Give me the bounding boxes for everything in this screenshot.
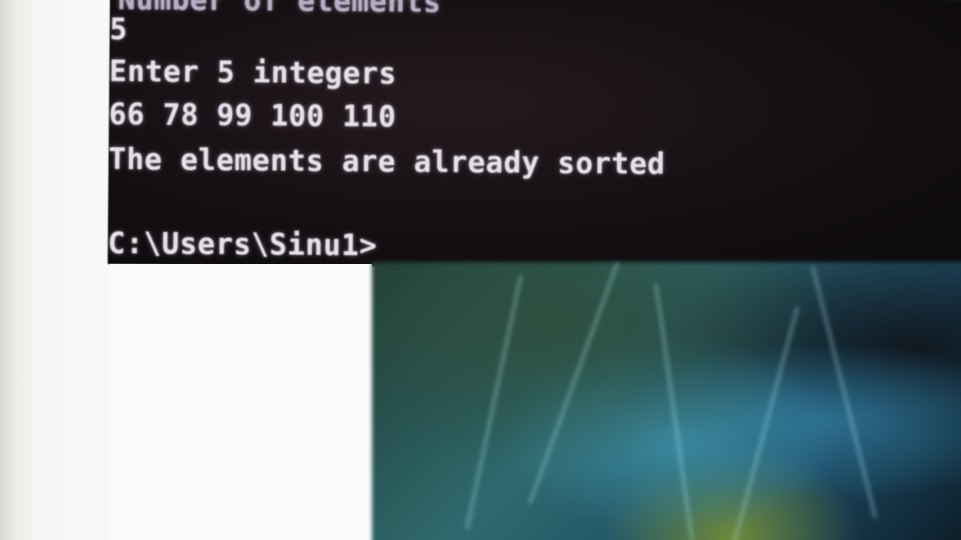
console-command-prompt[interactable]: C:\Users\Sinu1>	[108, 226, 378, 262]
command-prompt-window[interactable]: Number of elements 5 Enter 5 integers 66…	[107, 0, 961, 272]
console-line-result: The elements are already sorted	[108, 141, 666, 181]
console-line-prompt-count: Number of elements	[117, 0, 442, 19]
monitor-bezel	[0, 0, 14, 540]
console-line-count-value: 5	[109, 11, 128, 47]
white-window-area	[110, 264, 372, 540]
wallpaper-streak	[728, 305, 800, 540]
wallpaper-streak	[810, 265, 878, 519]
wallpaper-streak	[465, 274, 523, 530]
console-line-integer-values: 66 78 99 100 110	[108, 96, 397, 134]
wallpaper-streak	[527, 262, 621, 505]
console-line-enter-integers: Enter 5 integers	[109, 53, 397, 91]
wallpaper-streak	[653, 282, 695, 540]
desktop-wallpaper	[372, 262, 961, 540]
photo-of-monitor: Number of elements 5 Enter 5 integers 66…	[0, 0, 961, 540]
